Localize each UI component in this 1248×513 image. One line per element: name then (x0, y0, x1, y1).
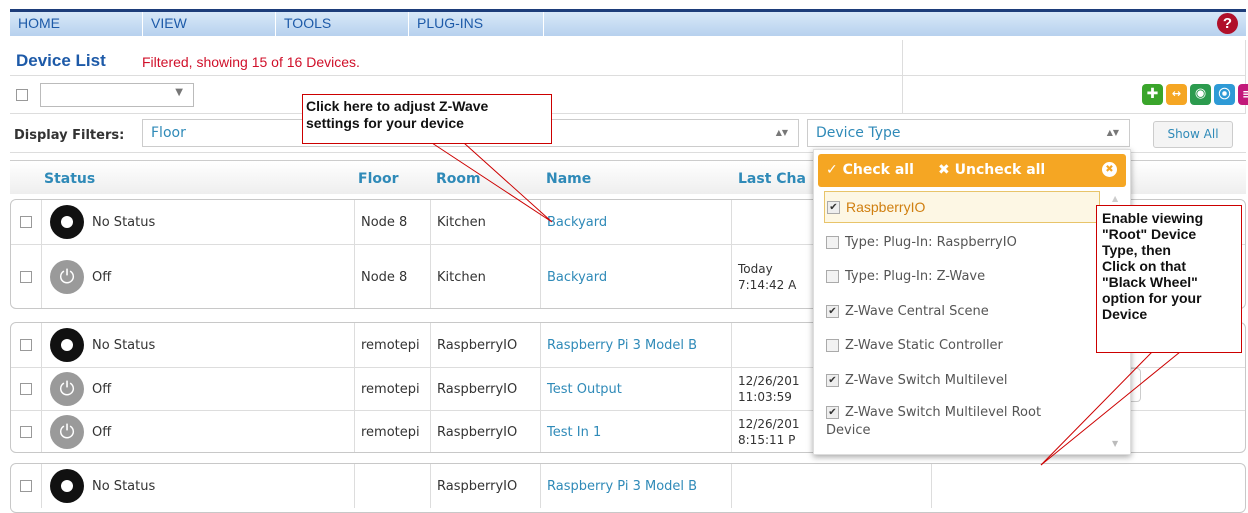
callout-arrows (431, 142, 1181, 466)
callout-line: Enable viewing (1102, 210, 1204, 226)
root-device-callout: Enable viewing "Root" Device Type, then … (1096, 205, 1242, 353)
callout-line: option for your (1102, 290, 1202, 306)
callout-line: "Black Wheel" (1102, 274, 1198, 290)
callout-line: "Root" Device (1102, 226, 1197, 242)
callout-line: settings for your device (306, 115, 464, 131)
callout-line: Type, then (1102, 242, 1171, 258)
zwave-settings-callout: Click here to adjust Z-Wave settings for… (302, 94, 552, 144)
root-callout-pointer-lower (1040, 351, 1181, 466)
zwave-callout-pointer (431, 142, 553, 223)
callout-line: Click on that (1102, 258, 1187, 274)
root-callout-pointer-upper (1040, 351, 1153, 466)
callout-line: Device (1102, 306, 1148, 322)
callout-line: Click here to adjust Z-Wave (306, 98, 489, 114)
